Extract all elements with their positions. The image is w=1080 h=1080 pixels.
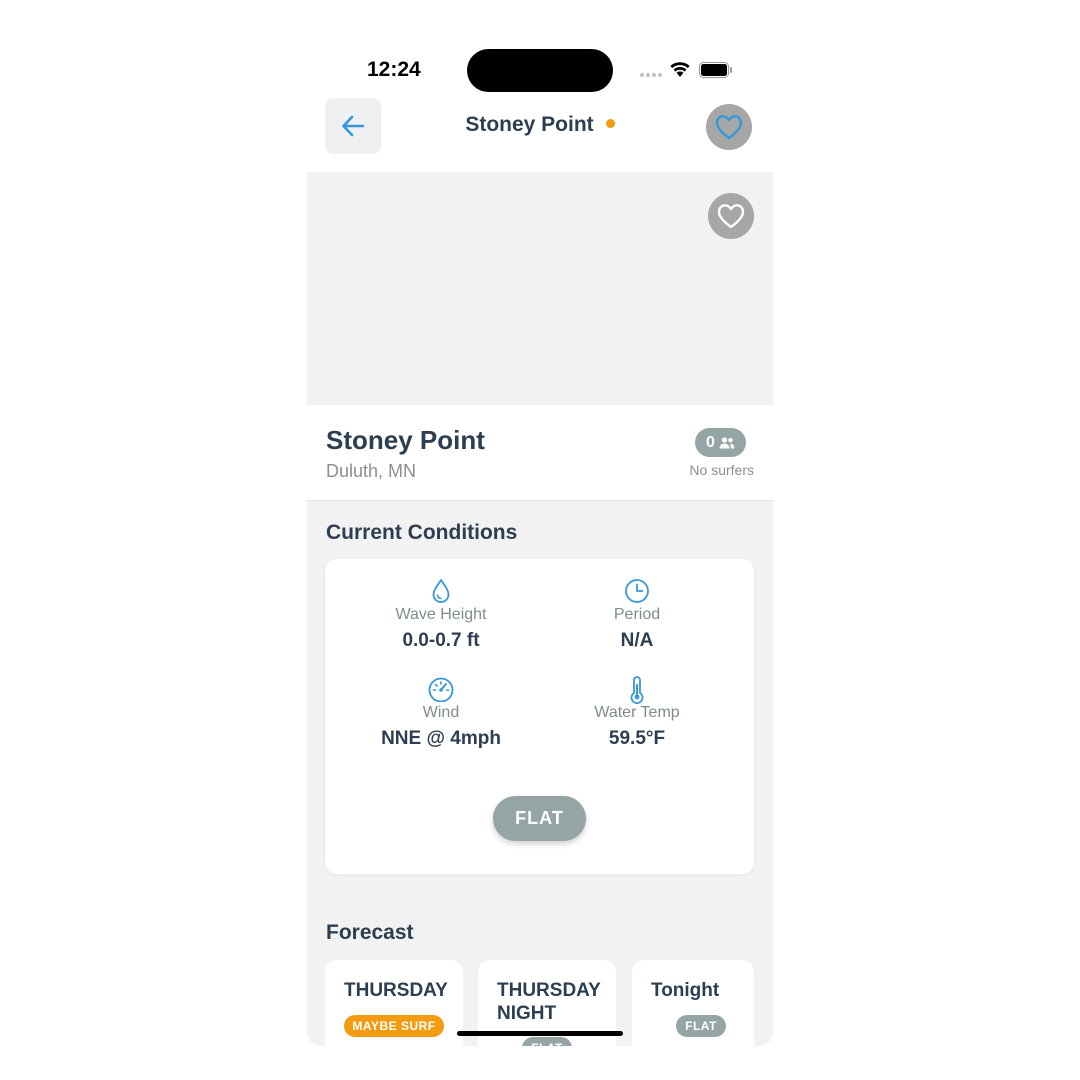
nav-title: Stoney Point [307, 113, 773, 137]
metric-label: Wind [422, 704, 460, 721]
dynamic-island [467, 49, 613, 92]
surfer-status-label: No surfers [689, 462, 754, 478]
surf-rating-badge[interactable]: FLAT [493, 796, 586, 841]
spot-header: Stoney Point Duluth, MN 0 No surfers [307, 405, 773, 501]
metric-value: N/A [620, 630, 654, 651]
battery-icon [699, 62, 732, 78]
clock-icon [625, 579, 649, 603]
metric-label: Wave Height [395, 606, 487, 623]
forecast-title: Forecast [326, 921, 414, 944]
forecast-day: THURSDAY NIGHT [497, 980, 601, 1024]
conditions-card: Wave Height 0.0-0.7 ft Period N/A Wind N… [325, 559, 754, 874]
droplet-icon [432, 579, 450, 603]
content-area: Current Conditions Wave Height 0.0-0.7 f… [307, 501, 773, 1046]
people-icon [719, 436, 735, 448]
wifi-icon [670, 62, 690, 77]
metric-label: Period [613, 606, 661, 623]
metric-wind: Wind NNE @ 4mph [341, 676, 541, 750]
metric-value: NNE @ 4mph [381, 728, 501, 749]
thermometer-icon [630, 676, 644, 704]
surfer-count-badge[interactable]: 0 [695, 428, 746, 457]
image-favorite-button[interactable] [708, 193, 754, 239]
forecast-card[interactable]: THURSDAY MAYBE SURF [325, 960, 463, 1046]
favorite-button[interactable] [706, 104, 752, 150]
metric-period: Period N/A [537, 578, 737, 652]
spot-name: Stoney Point [326, 425, 485, 455]
home-indicator[interactable] [457, 1031, 623, 1036]
heart-icon [715, 115, 743, 140]
forecast-rating-tag: FLAT [522, 1037, 572, 1046]
status-dot [605, 118, 615, 128]
forecast-card[interactable]: Tonight FLAT [632, 960, 754, 1046]
metric-value: 0.0-0.7 ft [402, 630, 480, 651]
forecast-rating-tag: MAYBE SURF [344, 1015, 444, 1037]
status-time: 12:24 [367, 58, 421, 81]
forecast-day: THURSDAY [344, 980, 448, 1001]
speedometer-icon [428, 677, 454, 702]
metric-value: 59.5°F [608, 728, 666, 749]
heart-outline-icon [717, 204, 745, 229]
forecast-rating-tag: FLAT [676, 1015, 726, 1037]
surfer-count: 0 [706, 433, 715, 451]
nav-title-text: Stoney Point [465, 113, 594, 136]
cellular-signal-icon [640, 73, 662, 77]
metric-wave-height: Wave Height 0.0-0.7 ft [341, 578, 541, 652]
forecast-day: Tonight [651, 980, 720, 1001]
spot-image [307, 172, 773, 405]
metric-label: Water Temp [594, 704, 680, 721]
current-conditions-title: Current Conditions [326, 521, 518, 544]
phone-screen: 12:24 Stoney Point Stoney Point Duluth, … [307, 0, 773, 1046]
metric-water-temp: Water Temp 59.5°F [537, 676, 737, 750]
